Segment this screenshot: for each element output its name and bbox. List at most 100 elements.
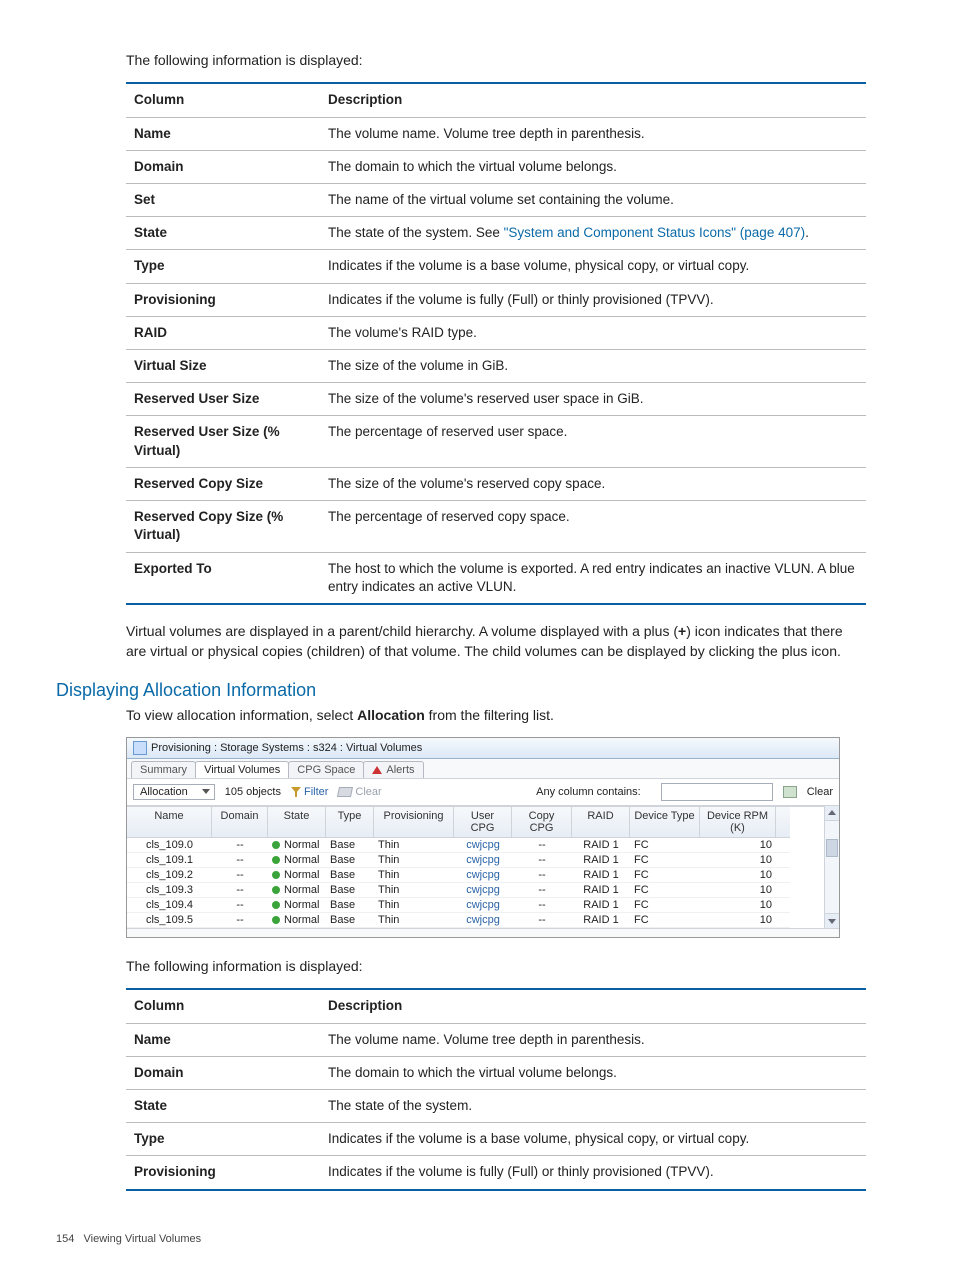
tbl1-row-desc: The size of the volume's reserved copy s… — [320, 467, 866, 500]
cell-domain: -- — [212, 868, 268, 883]
description-table-1: Column Description NameThe volume name. … — [126, 82, 866, 605]
grid-header-copycpg[interactable]: Copy CPG — [512, 807, 572, 838]
clear-link[interactable]: Clear — [338, 786, 381, 798]
status-dot-icon — [272, 886, 280, 894]
tbl1-row-label: Virtual Size — [126, 350, 320, 383]
grid-header-devicetype[interactable]: Device Type — [630, 807, 700, 838]
cell-name[interactable]: cls_109.2 — [127, 868, 212, 883]
cell-raid: RAID 1 — [572, 868, 630, 883]
cell-name[interactable]: cls_109.0 — [127, 838, 212, 853]
tbl1-row-label: Name — [126, 117, 320, 150]
tbl1-row-desc: The volume name. Volume tree depth in pa… — [320, 117, 866, 150]
grid-header-devicerpm[interactable]: Device RPM (K) — [700, 807, 776, 838]
filter-link[interactable]: Filter — [291, 786, 328, 798]
cell-state: Normal — [268, 898, 326, 913]
grid-header-provisioning[interactable]: Provisioning — [374, 807, 454, 838]
filter-mode-combo[interactable]: Allocation — [133, 784, 215, 800]
tab-cpg-space[interactable]: CPG Space — [288, 761, 364, 778]
tbl2-row-desc: The domain to which the virtual volume b… — [320, 1056, 866, 1089]
tbl2-row-desc: Indicates if the volume is fully (Full) … — [320, 1156, 866, 1190]
cell-domain: -- — [212, 883, 268, 898]
cell-rpm: 10 — [700, 853, 776, 868]
cell-usercpg[interactable]: cwjcpg — [454, 913, 512, 928]
scroll-thumb[interactable] — [826, 839, 838, 857]
intro-text-1: The following information is displayed: — [126, 50, 862, 70]
search-input[interactable] — [661, 783, 773, 801]
tbl1-row-desc: The host to which the volume is exported… — [320, 552, 866, 604]
cell-prov: Thin — [374, 868, 454, 883]
tbl1-row-label: State — [126, 217, 320, 250]
state-desc-pre: The state of the system. See — [328, 225, 504, 240]
scroll-up-button[interactable] — [825, 806, 839, 821]
tbl2-head-description: Description — [320, 989, 866, 1023]
cell-name[interactable]: cls_109.3 — [127, 883, 212, 898]
cell-copycpg: -- — [512, 883, 572, 898]
cell-copycpg: -- — [512, 838, 572, 853]
scroll-track[interactable] — [825, 821, 839, 913]
printer-icon[interactable] — [783, 786, 797, 798]
cell-usercpg[interactable]: cwjcpg — [454, 853, 512, 868]
cell-usercpg[interactable]: cwjcpg — [454, 898, 512, 913]
cell-state-text: Normal — [284, 854, 319, 866]
clear-link-2[interactable]: Clear — [807, 786, 833, 798]
cell-type: Base — [326, 838, 374, 853]
cell-prov: Thin — [374, 853, 454, 868]
tab-summary[interactable]: Summary — [131, 761, 196, 778]
cell-usercpg[interactable]: cwjcpg — [454, 838, 512, 853]
grid-header-type[interactable]: Type — [326, 807, 374, 838]
cell-spacer — [776, 913, 790, 928]
grid-header-usercpg[interactable]: User CPG — [454, 807, 512, 838]
tbl1-row-label: Reserved User Size (% Virtual) — [126, 416, 320, 467]
cell-domain: -- — [212, 853, 268, 868]
cell-state: Normal — [268, 913, 326, 928]
hierarchy-paragraph: Virtual volumes are displayed in a paren… — [126, 621, 862, 662]
state-desc-post: . — [805, 225, 809, 240]
grid-header-state[interactable]: State — [268, 807, 326, 838]
tab-alerts[interactable]: Alerts — [363, 761, 423, 778]
screenshot-toolbar: Allocation 105 objects Filter Clear Any … — [127, 778, 839, 806]
tbl1-head-description: Description — [320, 83, 866, 117]
tbl1-row-label: Reserved Copy Size (% Virtual) — [126, 501, 320, 552]
tbl1-row-label: Domain — [126, 150, 320, 183]
cell-usercpg[interactable]: cwjcpg — [454, 883, 512, 898]
tbl2-row-label: State — [126, 1090, 320, 1123]
cell-name[interactable]: cls_109.5 — [127, 913, 212, 928]
alloc-post: from the filtering list. — [425, 707, 554, 723]
cell-spacer — [776, 883, 790, 898]
status-dot-icon — [272, 916, 280, 924]
page-footer: 154 Viewing Virtual Volumes — [56, 1233, 201, 1245]
grid-header-raid[interactable]: RAID — [572, 807, 630, 838]
tbl1-row-desc: The state of the system. See "System and… — [320, 217, 866, 250]
tbl1-row-label: RAID — [126, 316, 320, 349]
tab-virtual-volumes[interactable]: Virtual Volumes — [195, 761, 289, 778]
cell-usercpg[interactable]: cwjcpg — [454, 868, 512, 883]
cell-rpm: 10 — [700, 838, 776, 853]
funnel-icon — [291, 787, 301, 797]
scrollbar[interactable] — [824, 806, 839, 928]
cell-name[interactable]: cls_109.1 — [127, 853, 212, 868]
cell-rpm: 10 — [700, 883, 776, 898]
scroll-down-button[interactable] — [825, 913, 839, 928]
tbl2-row-label: Type — [126, 1123, 320, 1156]
grid-header-domain[interactable]: Domain — [212, 807, 268, 838]
tbl1-row-desc: The name of the virtual volume set conta… — [320, 183, 866, 216]
tbl1-row-label: Exported To — [126, 552, 320, 604]
cell-type: Base — [326, 868, 374, 883]
tbl2-head-column: Column — [126, 989, 320, 1023]
status-icons-link[interactable]: "System and Component Status Icons" (pag… — [504, 225, 806, 240]
cell-spacer — [776, 838, 790, 853]
footer-section-title: Viewing Virtual Volumes — [84, 1233, 202, 1245]
cell-domain: -- — [212, 898, 268, 913]
cell-name[interactable]: cls_109.4 — [127, 898, 212, 913]
description-table-2: Column Description NameThe volume name. … — [126, 988, 866, 1190]
tbl1-row-label: Reserved Copy Size — [126, 467, 320, 500]
tbl2-row-desc: The volume name. Volume tree depth in pa… — [320, 1023, 866, 1056]
cell-domain: -- — [212, 838, 268, 853]
status-dot-icon — [272, 856, 280, 864]
cell-spacer — [776, 853, 790, 868]
tbl2-row-desc: Indicates if the volume is a base volume… — [320, 1123, 866, 1156]
cell-copycpg: -- — [512, 913, 572, 928]
intro-text-2: The following information is displayed: — [126, 956, 862, 976]
grid-header-name[interactable]: Name — [127, 807, 212, 838]
chevron-up-icon — [828, 810, 836, 815]
